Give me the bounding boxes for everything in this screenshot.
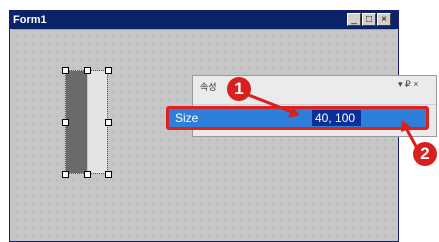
minimize-button[interactable]: _ (347, 13, 361, 26)
selection-outline (65, 70, 108, 174)
resize-handle-nw[interactable] (62, 67, 69, 74)
resize-handle-w[interactable] (62, 119, 69, 126)
resize-handle-se[interactable] (105, 171, 112, 178)
resize-handle-s[interactable] (84, 171, 91, 178)
title-bar[interactable]: Form1 _ □ × (10, 11, 398, 29)
maximize-button[interactable]: □ (362, 13, 376, 26)
window-title: Form1 (13, 14, 47, 26)
callout-marker-1: 1 (227, 77, 251, 101)
close-button[interactable]: × (377, 13, 391, 26)
property-grid-title: 속성 (200, 82, 217, 92)
resize-handle-ne[interactable] (105, 67, 112, 74)
row-separator (193, 104, 436, 105)
title-divider (12, 29, 396, 30)
resize-handle-n[interactable] (84, 67, 91, 74)
callout-marker-2: 2 (413, 142, 437, 166)
resize-handle-e[interactable] (105, 119, 112, 126)
callout-arrow-1 (245, 92, 300, 118)
pin-close-controls[interactable]: ▾ ₽ × (398, 79, 419, 90)
resize-handle-sw[interactable] (62, 171, 69, 178)
